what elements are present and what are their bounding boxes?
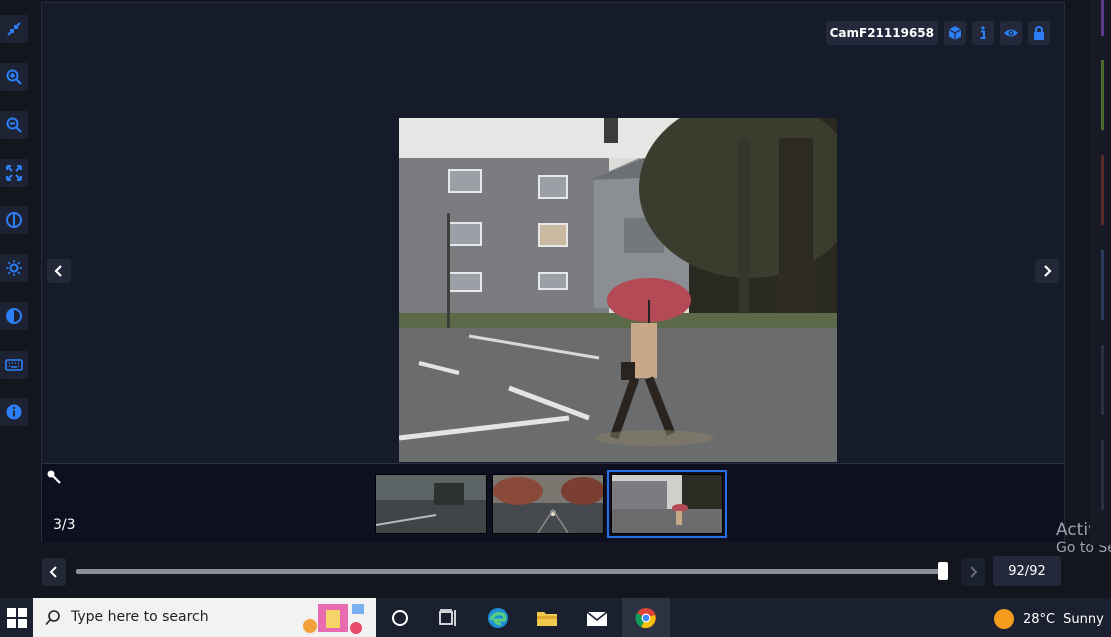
keyboard-button[interactable]: [0, 351, 28, 379]
collapse-button[interactable]: [0, 15, 28, 43]
zoom-out-icon: [6, 117, 22, 133]
sun-icon: [994, 609, 1014, 629]
frame-slider-track[interactable]: [76, 569, 948, 574]
eye-icon: [1004, 29, 1018, 37]
right-side-panel: [1090, 0, 1111, 545]
cube-button[interactable]: [944, 21, 966, 45]
thumbnail-1[interactable]: [375, 474, 487, 534]
windows-logo-icon: [6, 607, 27, 628]
next-frame-button[interactable]: [961, 558, 985, 586]
magnifier-pin-icon: [47, 470, 61, 484]
flip-icon: [6, 212, 22, 228]
playback-bar: 92/92: [0, 545, 1090, 595]
folder-icon: [537, 611, 557, 626]
contrast-icon: [6, 308, 22, 324]
search-icon: [45, 610, 60, 626]
info-icon: [980, 26, 986, 39]
image-viewer: CamF21119658 3/3: [41, 2, 1065, 542]
thumbnail-strip: 3/3: [42, 463, 1064, 542]
image-counter: 3/3: [53, 517, 76, 533]
brightness-button[interactable]: [0, 254, 28, 282]
edge-browser-button[interactable]: [474, 598, 522, 637]
contrast-button[interactable]: [0, 302, 28, 330]
zoom-out-button[interactable]: [0, 111, 28, 139]
panel-indicator: [1101, 155, 1104, 225]
info-icon: [6, 404, 22, 420]
panel-indicator: [1101, 0, 1104, 36]
thumbnail-2[interactable]: [492, 474, 604, 534]
chevron-left-icon: [54, 265, 62, 277]
chevron-right-icon: [970, 566, 978, 578]
chevron-left-icon: [49, 566, 57, 578]
taskbar-search-box[interactable]: Type here to search: [33, 598, 376, 637]
search-highlight-icon: [303, 604, 364, 634]
weather-widget[interactable]: 28°C Sunny: [993, 608, 1104, 630]
info-header-button[interactable]: [972, 21, 994, 45]
frame-count: 92/92: [993, 556, 1061, 586]
eye-button[interactable]: [1000, 21, 1022, 45]
search-pin-button[interactable]: [46, 469, 62, 489]
flip-button[interactable]: [0, 206, 28, 234]
file-explorer-button[interactable]: [523, 598, 571, 637]
mail-button[interactable]: [573, 598, 621, 637]
fit-screen-icon: [6, 165, 22, 181]
camera-label: CamF21119658: [825, 21, 938, 45]
lock-icon: [1034, 26, 1044, 40]
panel-indicator: [1101, 440, 1104, 510]
next-image-button[interactable]: [1035, 259, 1059, 283]
chrome-browser-button[interactable]: [622, 598, 670, 637]
weather-temperature: 28°C: [1023, 611, 1056, 627]
collapse-icon: [7, 22, 21, 36]
start-button[interactable]: [0, 598, 33, 637]
windows-taskbar: Type here to search 28°C Sunny: [0, 598, 1111, 637]
keyboard-icon: [5, 359, 23, 371]
cube-icon: [948, 26, 962, 40]
zoom-in-button[interactable]: [0, 63, 28, 91]
viewer-header-tools: CamF21119658: [825, 21, 1050, 45]
task-view-button[interactable]: [376, 598, 424, 637]
task-switcher-button[interactable]: [424, 598, 472, 637]
previous-frame-button[interactable]: [42, 558, 66, 586]
search-placeholder: Type here to search: [71, 609, 209, 625]
mail-icon: [586, 610, 608, 626]
cortana-circle-icon: [392, 609, 408, 626]
lock-button[interactable]: [1028, 21, 1050, 45]
frame-slider-thumb[interactable]: [938, 562, 948, 580]
previous-image-button[interactable]: [47, 259, 71, 283]
main-camera-image: [399, 118, 837, 462]
task-view-icon: [439, 608, 456, 626]
panel-indicator: [1101, 60, 1104, 130]
chrome-icon: [635, 607, 656, 628]
info-button[interactable]: [0, 398, 28, 426]
zoom-in-icon: [6, 69, 22, 85]
weather-condition: Sunny: [1063, 611, 1104, 627]
panel-indicator: [1101, 250, 1104, 320]
panel-indicator: [1101, 345, 1104, 415]
thumbnail-3-selected[interactable]: [607, 470, 727, 538]
left-toolbar: [0, 0, 30, 545]
chevron-right-icon: [1044, 265, 1052, 277]
brightness-icon: [6, 260, 22, 276]
edge-icon: [488, 607, 508, 628]
fit-screen-button[interactable]: [0, 159, 28, 187]
